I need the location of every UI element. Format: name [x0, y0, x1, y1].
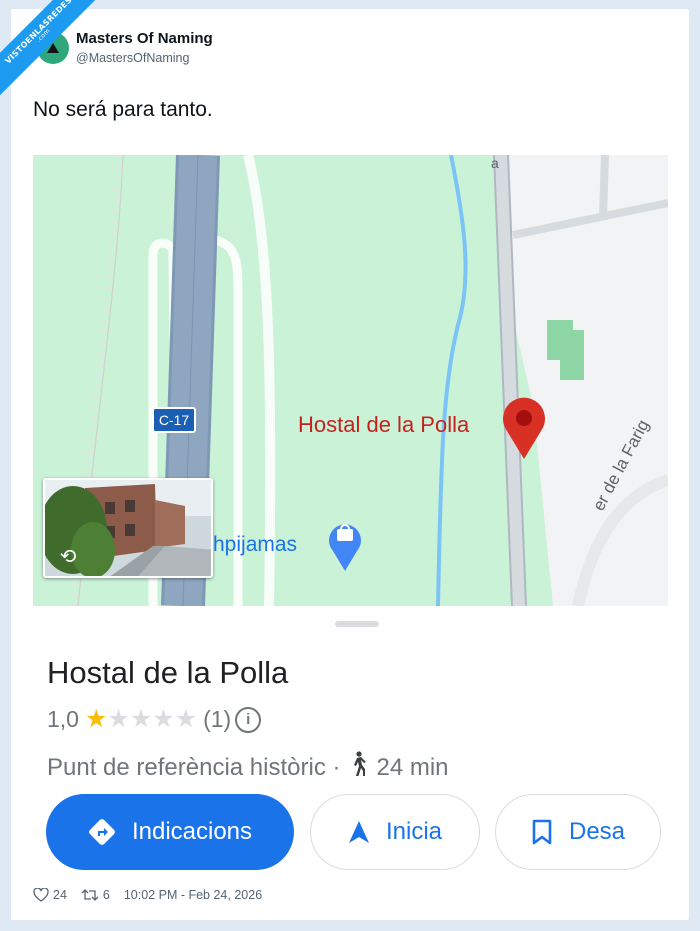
rating-row[interactable]: 1,0 ★ ★ ★ ★ ★ (1) i: [47, 706, 262, 733]
tweet-text: No será para tanto.: [33, 98, 213, 121]
start-label: Inicia: [385, 818, 443, 845]
author-handle[interactable]: @MastersOfNaming: [76, 51, 189, 65]
bookmark-icon: [531, 819, 553, 845]
start-button[interactable]: Inicia: [310, 794, 480, 870]
place-sheet[interactable]: Hostal de la Polla 1,0 ★ ★ ★ ★ ★ (1) i Punt …: [33, 606, 668, 890]
rotate-360-icon: ⟲: [59, 545, 77, 568]
star-empty-icon: ★: [107, 705, 130, 733]
timestamp[interactable]: 10:02 PM - Feb 24, 2026: [124, 888, 262, 902]
save-label: Desa: [568, 818, 626, 845]
heart-icon: [33, 888, 49, 902]
like-button[interactable]: 24: [33, 888, 67, 902]
save-button[interactable]: Desa: [495, 794, 661, 870]
map-view[interactable]: a Hostal de la Polla hpijamas C-17 er de…: [33, 155, 668, 606]
walk-time: 24 min: [376, 753, 449, 781]
directions-button[interactable]: Indicacions: [46, 794, 294, 870]
star-filled-icon: ★: [84, 705, 108, 733]
retweet-count: 6: [102, 888, 110, 902]
road-shield: C-17: [152, 407, 196, 433]
like-count: 24: [53, 888, 67, 902]
street-view-thumbnail[interactable]: ⟲: [43, 478, 213, 578]
rating-stars: ★ ★ ★ ★ ★: [85, 707, 197, 732]
street-label-top: a: [491, 155, 499, 171]
walking-icon: [348, 751, 368, 784]
retweet-button[interactable]: 6: [81, 888, 110, 902]
pin-label[interactable]: Hostal de la Polla: [298, 412, 469, 438]
drag-handle[interactable]: [335, 621, 379, 627]
shop-label[interactable]: hpijamas: [213, 533, 297, 557]
place-title: Hostal de la Polla: [47, 655, 289, 690]
place-category: Punt de referència històric ·: [47, 753, 341, 781]
star-empty-icon: ★: [152, 705, 175, 733]
directions-icon: [88, 818, 116, 846]
star-empty-icon: ★: [174, 705, 198, 733]
star-empty-icon: ★: [129, 705, 153, 733]
retweet-icon: [81, 889, 99, 901]
author-name[interactable]: Masters Of Naming: [76, 30, 213, 47]
category-row: Punt de referència històric · 24 min: [47, 751, 449, 784]
navigation-arrow-icon: [348, 820, 370, 844]
rating-value: 1,0: [47, 706, 79, 732]
info-icon[interactable]: i: [235, 706, 262, 733]
tweet-media[interactable]: a Hostal de la Polla hpijamas C-17 er de…: [33, 155, 668, 890]
directions-label: Indicacions: [131, 818, 253, 845]
review-count[interactable]: (1): [203, 706, 231, 733]
tweet-footer: 24 6 10:02 PM - Feb 24, 2026: [33, 888, 262, 902]
